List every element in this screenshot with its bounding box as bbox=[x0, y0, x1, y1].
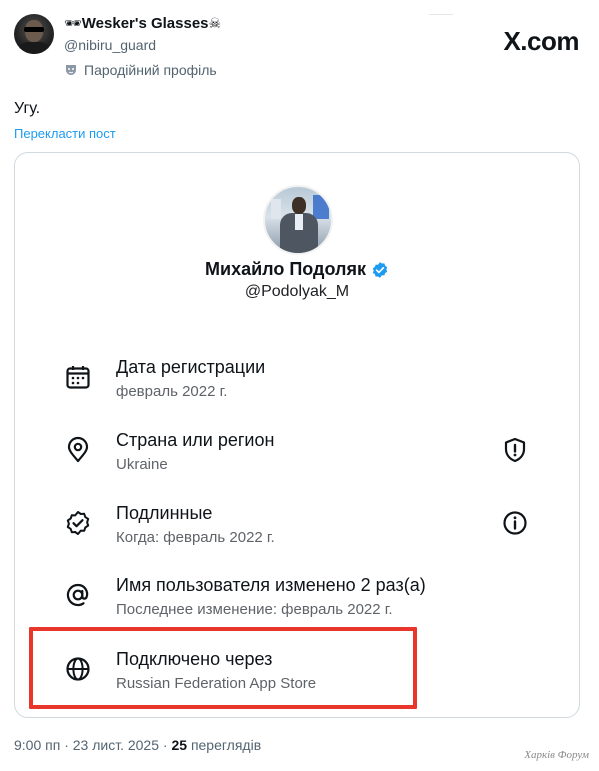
sunglasses-icon: 🕶 bbox=[64, 16, 82, 32]
info-icon[interactable] bbox=[501, 509, 529, 537]
profile-handle: @Podolyak_M bbox=[244, 283, 350, 300]
author-handle[interactable]: @nibiru_guard bbox=[64, 37, 156, 53]
profile-avatar bbox=[263, 185, 333, 255]
more-options-icon[interactable] bbox=[429, 14, 453, 20]
verified-badge-icon bbox=[372, 261, 388, 278]
x-com-logo: X.com bbox=[503, 26, 579, 56]
row-authentic: Подлинные Когда: февраль 2022 г. bbox=[15, 501, 579, 551]
row-title: Подлинные bbox=[116, 503, 213, 523]
forum-watermark: Харків Форум bbox=[524, 749, 589, 761]
profile-name: Михайло Подоляк bbox=[15, 259, 579, 280]
tweet-text: Угу. bbox=[14, 100, 41, 117]
author-display-name[interactable]: 🕶Wesker's Glasses☠ bbox=[64, 15, 221, 32]
row-subtitle: Последнее изменение: февраль 2022 г. bbox=[116, 601, 393, 618]
verified-badge-outline-icon bbox=[66, 511, 90, 535]
profile-name-text: Михайло Подоляк bbox=[205, 259, 366, 279]
shield-alert-icon[interactable] bbox=[501, 436, 529, 464]
tweet-date[interactable]: 23 лист. 2025 bbox=[73, 737, 159, 753]
row-username-changes: Имя пользователя изменено 2 раз(а) После… bbox=[15, 573, 579, 623]
row-subtitle: Ukraine bbox=[116, 456, 168, 473]
row-title: Страна или регион bbox=[116, 430, 275, 450]
calendar-icon bbox=[66, 366, 90, 389]
row-registration-date: Дата регистрации февраль 2022 г. bbox=[15, 355, 579, 405]
parody-badge: Пародійний профіль bbox=[64, 62, 217, 78]
row-subtitle: Когда: февраль 2022 г. bbox=[116, 529, 275, 546]
translate-post-link[interactable]: Перекласти пост bbox=[14, 126, 116, 141]
skull-crossbones-icon: ☠ bbox=[208, 16, 222, 32]
parody-label: Пародійний профіль bbox=[84, 62, 217, 78]
views-count: 25 bbox=[171, 737, 188, 753]
red-highlight-box bbox=[29, 627, 417, 709]
author-avatar[interactable] bbox=[14, 14, 54, 54]
tweet-footer: 9:00 пп · 23 лист. 2025 · 25 переглядів bbox=[14, 737, 262, 753]
row-country: Страна или регион Ukraine bbox=[15, 428, 579, 478]
row-title: Дата регистрации bbox=[116, 357, 266, 377]
tweet-time[interactable]: 9:00 пп bbox=[14, 737, 60, 753]
row-title: Имя пользователя изменено 2 раз(а) bbox=[116, 575, 426, 595]
at-sign-icon bbox=[66, 583, 89, 607]
parody-mask-icon bbox=[66, 65, 76, 75]
author-name-text: Wesker's Glasses bbox=[81, 15, 209, 32]
location-pin-icon bbox=[67, 436, 89, 463]
row-subtitle: февраль 2022 г. bbox=[116, 383, 228, 400]
tweet-header: 🕶Wesker's Glasses☠ @nibiru_guard Пародій… bbox=[14, 14, 585, 84]
views-label: переглядів bbox=[190, 737, 262, 753]
about-account-card[interactable]: Михайло Подоляк @Podolyak_M Дата регистр… bbox=[14, 152, 580, 718]
